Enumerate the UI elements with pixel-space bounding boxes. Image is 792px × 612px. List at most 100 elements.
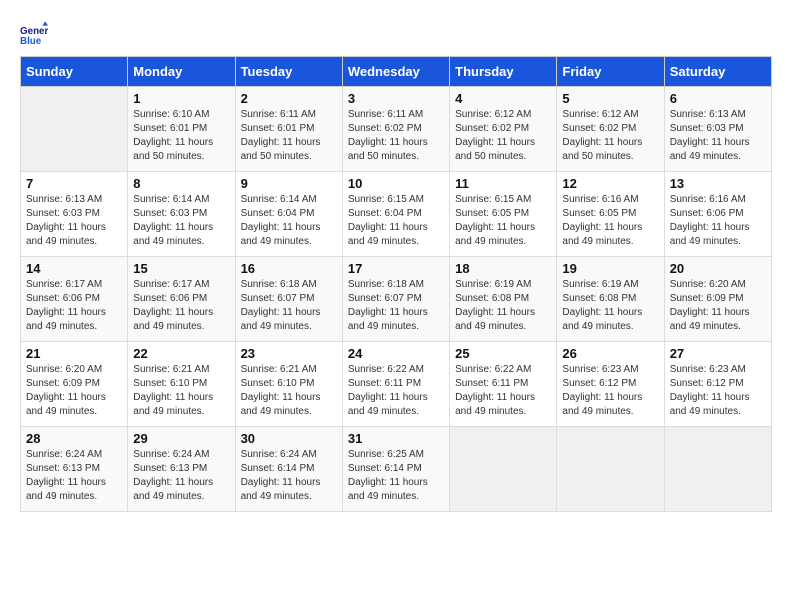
calendar-cell: 11 Sunrise: 6:15 AMSunset: 6:05 PMDayligh…: [450, 172, 557, 257]
header-tuesday: Tuesday: [235, 57, 342, 87]
day-number: 25: [455, 346, 551, 361]
day-info: Sunrise: 6:11 AMSunset: 6:01 PMDaylight:…: [241, 108, 337, 164]
calendar-cell: 2Sunrise: 6:11 AMSunset: 6:01 PMDaylight…: [235, 87, 342, 172]
day-info: Sunrise: 6:18 AMSunset: 6:07 PMDaylight:…: [348, 278, 444, 334]
day-number: 20: [670, 261, 766, 276]
calendar-cell: 12 Sunrise: 6:16 AMSunset: 6:05 PMDayligh…: [557, 172, 664, 257]
day-info: Sunrise: 6:20 AMSunset: 6:09 PMDaylight:…: [670, 278, 766, 334]
calendar-cell: 25 Sunrise: 6:22 AMSunset: 6:11 PMDayligh…: [450, 342, 557, 427]
day-info: Sunrise: 6:24 AMSunset: 6:14 PMDaylight:…: [241, 448, 337, 504]
header-friday: Friday: [557, 57, 664, 87]
day-number: 19: [562, 261, 658, 276]
day-number: 31: [348, 431, 444, 446]
calendar-cell: 15 Sunrise: 6:17 AMSunset: 6:06 PMDayligh…: [128, 257, 235, 342]
day-number: 26: [562, 346, 658, 361]
calendar-cell: [450, 427, 557, 512]
header-wednesday: Wednesday: [342, 57, 449, 87]
day-number: 5: [562, 91, 658, 106]
day-info: Sunrise: 6:10 AMSunset: 6:01 PMDaylight:…: [133, 108, 229, 164]
page-header: General Blue: [20, 20, 772, 48]
day-info: Sunrise: 6:13 AMSunset: 6:03 PMDaylight:…: [26, 193, 122, 249]
calendar-cell: 31 Sunrise: 6:25 AMSunset: 6:14 PMDayligh…: [342, 427, 449, 512]
day-number: 24: [348, 346, 444, 361]
calendar-week-row: 1 Sunrise: 6:10 AMSunset: 6:01 PMDaylight…: [21, 87, 772, 172]
day-number: 14: [26, 261, 122, 276]
day-info: Sunrise: 6:16 AMSunset: 6:05 PMDaylight:…: [562, 193, 658, 249]
day-info: Sunrise: 6:22 AMSunset: 6:11 PMDaylight:…: [455, 363, 551, 419]
day-number: 16: [241, 261, 337, 276]
day-info: Sunrise: 6:15 AMSunset: 6:04 PMDaylight:…: [348, 193, 444, 249]
day-info: Sunrise: 6:12 AMSunset: 6:02 PMDaylight:…: [455, 108, 551, 164]
calendar-cell: 7 Sunrise: 6:13 AMSunset: 6:03 PMDaylight…: [21, 172, 128, 257]
calendar-cell: 28 Sunrise: 6:24 AMSunset: 6:13 PMDayligh…: [21, 427, 128, 512]
day-info: Sunrise: 6:21 AMSunset: 6:10 PMDaylight:…: [133, 363, 229, 419]
day-number: 12: [562, 176, 658, 191]
calendar-cell: [664, 427, 771, 512]
day-info: Sunrise: 6:24 AMSunset: 6:13 PMDaylight:…: [26, 448, 122, 504]
calendar-cell: 26 Sunrise: 6:23 AMSunset: 6:12 PMDayligh…: [557, 342, 664, 427]
day-info: Sunrise: 6:21 AMSunset: 6:10 PMDaylight:…: [241, 363, 337, 419]
calendar-cell: 10 Sunrise: 6:15 AMSunset: 6:04 PMDayligh…: [342, 172, 449, 257]
calendar-cell: 18 Sunrise: 6:19 AMSunset: 6:08 PMDayligh…: [450, 257, 557, 342]
day-number: 7: [26, 176, 122, 191]
calendar-cell: 30Sunrise: 6:24 AMSunset: 6:14 PMDayligh…: [235, 427, 342, 512]
calendar-cell: 29 Sunrise: 6:24 AMSunset: 6:13 PMDayligh…: [128, 427, 235, 512]
calendar-cell: 17 Sunrise: 6:18 AMSunset: 6:07 PMDayligh…: [342, 257, 449, 342]
header-sunday: Sunday: [21, 57, 128, 87]
day-number: 4: [455, 91, 551, 106]
day-number: 21: [26, 346, 122, 361]
day-number: 11: [455, 176, 551, 191]
day-number: 18: [455, 261, 551, 276]
day-number: 8: [133, 176, 229, 191]
day-info: Sunrise: 6:13 AMSunset: 6:03 PMDaylight:…: [670, 108, 766, 164]
calendar-table: SundayMondayTuesdayWednesdayThursdayFrid…: [20, 56, 772, 512]
calendar-cell: 16 Sunrise: 6:18 AMSunset: 6:07 PMDayligh…: [235, 257, 342, 342]
logo: General Blue: [20, 20, 50, 48]
calendar-cell: 14Sunrise: 6:17 AMSunset: 6:06 PMDayligh…: [21, 257, 128, 342]
calendar-week-row: 14 Sunrise: 6:17 AMSunset: 6:06 PMDayligh…: [21, 257, 772, 342]
calendar-cell: [557, 427, 664, 512]
day-number: 27: [670, 346, 766, 361]
day-info: Sunrise: 6:24 AMSunset: 6:13 PMDaylight:…: [133, 448, 229, 504]
calendar-cell: 23Sunrise: 6:21 AMSunset: 6:10 PMDayligh…: [235, 342, 342, 427]
header-thursday: Thursday: [450, 57, 557, 87]
day-number: 17: [348, 261, 444, 276]
day-info: Sunrise: 6:23 AMSunset: 6:12 PMDaylight:…: [562, 363, 658, 419]
header-monday: Monday: [128, 57, 235, 87]
day-number: 28: [26, 431, 122, 446]
logo-icon: General Blue: [20, 20, 48, 48]
day-info: Sunrise: 6:15 AMSunset: 6:05 PMDaylight:…: [455, 193, 551, 249]
svg-text:Blue: Blue: [20, 36, 42, 47]
day-number: 10: [348, 176, 444, 191]
day-info: Sunrise: 6:23 AMSunset: 6:12 PMDaylight:…: [670, 363, 766, 419]
day-info: Sunrise: 6:17 AMSunset: 6:06 PMDaylight:…: [133, 278, 229, 334]
calendar-cell: [21, 87, 128, 172]
calendar-header-row: SundayMondayTuesdayWednesdayThursdayFrid…: [21, 57, 772, 87]
calendar-cell: 5 Sunrise: 6:12 AMSunset: 6:02 PMDaylight…: [557, 87, 664, 172]
calendar-cell: 3Sunrise: 6:11 AMSunset: 6:02 PMDaylight…: [342, 87, 449, 172]
day-number: 1: [133, 91, 229, 106]
calendar-cell: 4 Sunrise: 6:12 AMSunset: 6:02 PMDaylight…: [450, 87, 557, 172]
day-info: Sunrise: 6:25 AMSunset: 6:14 PMDaylight:…: [348, 448, 444, 504]
day-info: Sunrise: 6:16 AMSunset: 6:06 PMDaylight:…: [670, 193, 766, 249]
day-number: 29: [133, 431, 229, 446]
calendar-cell: 9 Sunrise: 6:14 AMSunset: 6:04 PMDaylight…: [235, 172, 342, 257]
calendar-cell: 22 Sunrise: 6:21 AMSunset: 6:10 PMDayligh…: [128, 342, 235, 427]
day-number: 13: [670, 176, 766, 191]
calendar-cell: 24Sunrise: 6:22 AMSunset: 6:11 PMDayligh…: [342, 342, 449, 427]
calendar-cell: 1 Sunrise: 6:10 AMSunset: 6:01 PMDaylight…: [128, 87, 235, 172]
calendar-cell: 13 Sunrise: 6:16 AMSunset: 6:06 PMDayligh…: [664, 172, 771, 257]
calendar-week-row: 21Sunrise: 6:20 AMSunset: 6:09 PMDayligh…: [21, 342, 772, 427]
day-info: Sunrise: 6:18 AMSunset: 6:07 PMDaylight:…: [241, 278, 337, 334]
day-number: 6: [670, 91, 766, 106]
day-number: 15: [133, 261, 229, 276]
day-info: Sunrise: 6:19 AMSunset: 6:08 PMDaylight:…: [455, 278, 551, 334]
day-info: Sunrise: 6:14 AMSunset: 6:04 PMDaylight:…: [241, 193, 337, 249]
day-number: 9: [241, 176, 337, 191]
calendar-cell: 20 Sunrise: 6:20 AMSunset: 6:09 PMDayligh…: [664, 257, 771, 342]
day-info: Sunrise: 6:12 AMSunset: 6:02 PMDaylight:…: [562, 108, 658, 164]
day-info: Sunrise: 6:14 AMSunset: 6:03 PMDaylight:…: [133, 193, 229, 249]
day-number: 22: [133, 346, 229, 361]
day-number: 3: [348, 91, 444, 106]
calendar-cell: 21Sunrise: 6:20 AMSunset: 6:09 PMDayligh…: [21, 342, 128, 427]
